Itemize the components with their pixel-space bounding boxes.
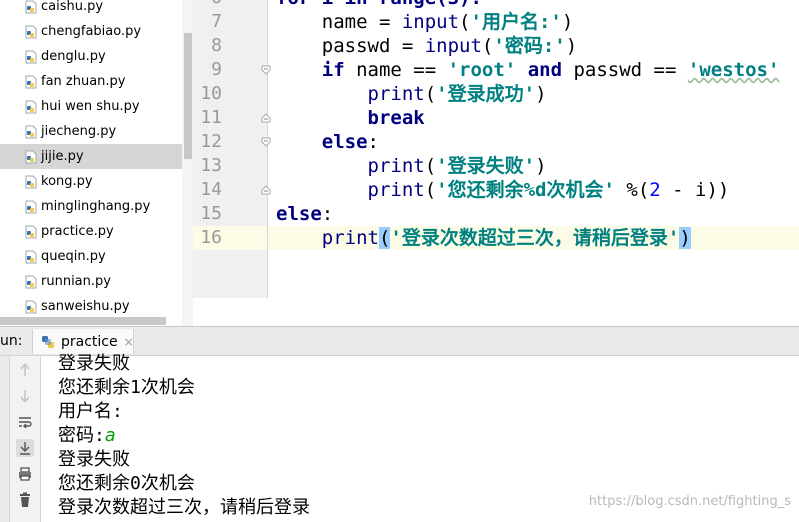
line-number: 12 xyxy=(200,131,222,152)
fold-end-icon[interactable] xyxy=(261,185,271,195)
tab-label: practice xyxy=(61,333,118,350)
run-toolbar xyxy=(10,356,41,522)
line-number: 9 xyxy=(211,59,222,80)
console-line: 您还剩余0次机会 xyxy=(58,473,195,494)
line-number: 8 xyxy=(211,35,222,56)
tree-scrollbar-thumb[interactable] xyxy=(184,33,192,159)
gutter-divider xyxy=(267,0,268,298)
file-tree-item[interactable]: jijie.py xyxy=(0,144,182,169)
code-line-8: passwd = input('密码:') xyxy=(276,35,578,57)
code-line-9: if name == 'root' and passwd == 'westos' xyxy=(321,59,780,81)
file-tree-item[interactable]: runnian.py xyxy=(0,269,182,294)
python-file-icon xyxy=(24,25,38,39)
fold-toggle-icon[interactable] xyxy=(261,65,271,75)
line-number: 14 xyxy=(200,179,222,200)
soft-wrap-icon[interactable] xyxy=(16,413,34,431)
code-line-15: else: xyxy=(276,203,334,225)
python-file-icon xyxy=(24,150,38,164)
file-name: jiecheng.py xyxy=(41,124,117,139)
line-number: 11 xyxy=(200,107,222,128)
file-tree-item[interactable]: chengfabiao.py xyxy=(0,19,182,44)
file-name: kong.py xyxy=(41,174,93,189)
tab-practice[interactable]: practice × xyxy=(32,329,134,354)
file-name: caishu.py xyxy=(41,0,104,14)
file-name: hui wen shu.py xyxy=(41,99,140,114)
run-panel-label: un: xyxy=(0,333,23,349)
console-line: 您还剩余1次机会 xyxy=(58,377,195,398)
python-file-icon xyxy=(24,75,38,89)
file-name: denglu.py xyxy=(41,49,106,64)
line-number: 15 xyxy=(200,203,222,224)
file-name: practice.py xyxy=(41,224,114,239)
arrow-down-icon[interactable] xyxy=(16,387,34,405)
python-file-icon xyxy=(24,175,38,189)
user-input-echo: a xyxy=(104,425,116,446)
matched-paren: ) xyxy=(679,227,691,249)
code-line-6: for i in range(3): xyxy=(276,0,482,10)
python-file-icon xyxy=(24,225,38,239)
code-line-16: print('登录次数超过三次，请稍后登录') xyxy=(321,227,691,249)
line-number: 7 xyxy=(211,11,222,32)
python-file-icon xyxy=(41,335,55,349)
file-tree-item[interactable]: queqin.py xyxy=(0,244,182,269)
scroll-to-end-icon[interactable] xyxy=(16,439,34,457)
console-line: 登录失败 xyxy=(58,449,130,470)
line-number: 13 xyxy=(200,155,222,176)
file-tree-item[interactable]: sanweishu.py xyxy=(0,294,182,319)
python-file-icon xyxy=(24,0,38,14)
python-file-icon xyxy=(24,275,38,289)
watermark: https://blog.csdn.net/fighting_s xyxy=(588,494,791,509)
project-tree: caishu.py chengfabiao.py denglu.py fan zhua… xyxy=(0,0,193,326)
file-name: sanweishu.py xyxy=(41,299,130,314)
file-tree-item[interactable]: hui wen shu.py xyxy=(0,94,182,119)
file-name: queqin.py xyxy=(41,249,106,264)
editor-empty-area[interactable] xyxy=(193,298,799,326)
code-line-10: print('登录成功') xyxy=(367,83,547,105)
file-tree-item[interactable]: practice.py xyxy=(0,219,182,244)
python-file-icon xyxy=(24,300,38,314)
file-name: jijie.py xyxy=(41,149,84,164)
python-file-icon xyxy=(24,250,38,264)
file-tree-item[interactable]: kong.py xyxy=(0,169,182,194)
run-toolbar-left xyxy=(0,356,10,522)
file-tree-item[interactable]: caishu.py xyxy=(0,0,182,19)
line-number: 6 xyxy=(193,0,222,10)
python-file-icon xyxy=(24,125,38,139)
tree-horizontal-scrollbar[interactable] xyxy=(0,317,166,325)
code-line-7: name = input('用户名:') xyxy=(276,11,574,33)
code-line-14: print('您还剩余%d次机会' %(2 - i)) xyxy=(367,179,730,201)
file-tree-item[interactable]: denglu.py xyxy=(0,44,182,69)
console-line: 登录失败 xyxy=(58,353,130,374)
console-line: 用户名: xyxy=(58,401,123,422)
file-name: minglinghang.py xyxy=(41,199,151,214)
code-line-13: print('登录失败') xyxy=(367,155,547,177)
arrow-up-icon[interactable] xyxy=(16,361,34,379)
code-line-12: else: xyxy=(321,131,379,153)
file-name: fan zhuan.py xyxy=(41,74,126,89)
trash-icon[interactable] xyxy=(16,491,34,509)
file-tree-item[interactable]: minglinghang.py xyxy=(0,194,182,219)
python-file-icon xyxy=(24,100,38,114)
file-name: chengfabiao.py xyxy=(41,24,142,39)
file-name: runnian.py xyxy=(41,274,111,289)
python-file-icon xyxy=(24,50,38,64)
file-tree-item[interactable]: jiecheng.py xyxy=(0,119,182,144)
file-tree-item[interactable]: fan zhuan.py xyxy=(0,69,182,94)
code-line-11: break xyxy=(367,107,425,129)
line-number: 16 xyxy=(200,227,222,248)
console-line: 密码:a xyxy=(58,425,116,446)
close-icon[interactable]: × xyxy=(124,335,134,349)
console-line: 登录次数超过三次，请稍后登录 xyxy=(58,497,310,518)
fold-toggle-icon[interactable] xyxy=(261,137,271,147)
print-icon[interactable] xyxy=(16,465,34,483)
python-file-icon xyxy=(24,200,38,214)
line-number: 10 xyxy=(200,83,222,104)
fold-end-icon[interactable] xyxy=(261,113,271,123)
matched-paren: ( xyxy=(378,227,391,249)
